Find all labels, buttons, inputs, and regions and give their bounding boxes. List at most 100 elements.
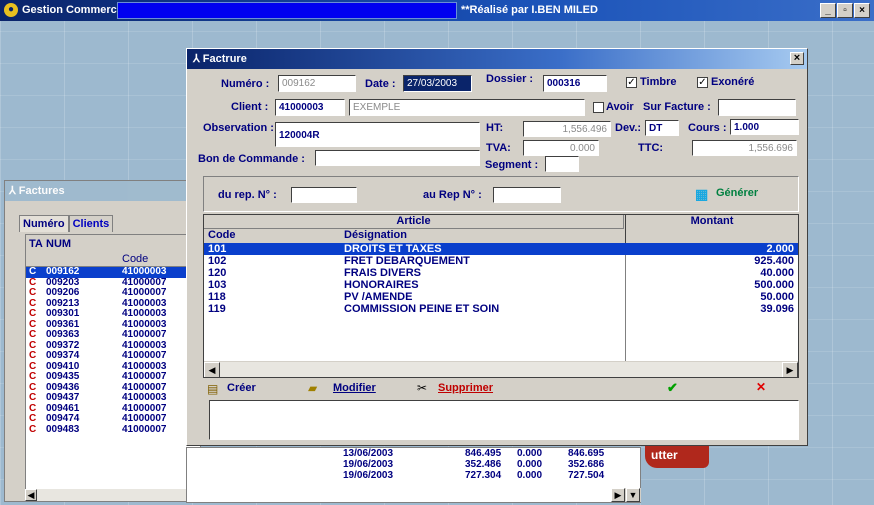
facture-row[interactable]: C 009435 41000007 <box>26 371 200 383</box>
avoir-label: Avoir <box>606 101 634 113</box>
tva-label: TVA: <box>486 142 511 154</box>
articles-hscrollbar[interactable]: ◀ ▶ <box>204 361 798 377</box>
ttc-field[interactable]: 1,556.696 <box>692 140 797 156</box>
client-name-field[interactable]: EXEMPLE <box>349 99 585 116</box>
restore-button[interactable]: ▫ <box>837 3 853 18</box>
facture-cell-num: 009363 <box>46 329 80 340</box>
generer-button[interactable]: Générer <box>716 187 758 199</box>
numero-field[interactable]: 009162 <box>278 75 356 92</box>
observation-label: Observation : <box>203 122 274 134</box>
scroll-right-icon[interactable]: ▶ <box>611 488 625 502</box>
dossier-field[interactable]: 000316 <box>543 75 607 92</box>
background-cell-ttc: 846.695 <box>568 448 605 459</box>
cancel-icon[interactable]: ✕ <box>756 380 766 394</box>
facture-row[interactable]: C 009206 41000007 <box>26 287 200 299</box>
facture-cell-code: 41000007 <box>122 329 167 340</box>
sur-facture-field[interactable] <box>718 99 796 116</box>
facture-cell-t: C <box>29 287 37 298</box>
article-row[interactable]: 119 COMMISSION PEINE ET SOIN 39.096 <box>204 303 798 315</box>
date-field[interactable]: 27/03/2003 <box>403 75 472 92</box>
background-row: 19/06/2003 352.486 0.000 352.686 <box>187 459 640 470</box>
article-header: Article <box>204 215 624 229</box>
tab-numero[interactable]: Numéro <box>19 215 69 232</box>
article-row[interactable]: 118 PV /AMENDE 50.000 <box>204 291 798 303</box>
close-app-button[interactable]: × <box>854 3 870 18</box>
facture-title-label: Factrure <box>202 53 247 65</box>
app-icon: ● <box>4 3 18 17</box>
date-label: Date : <box>365 78 396 90</box>
validate-icon[interactable]: ✔ <box>667 380 678 396</box>
facture-cell-t: C <box>29 266 37 277</box>
tab-clients[interactable]: Clients <box>68 215 114 232</box>
factures-rows: C 009162 41000003 C 009203 41000007 C 009206 410… <box>26 266 200 436</box>
bon-commande-field[interactable] <box>315 150 480 166</box>
ht-field[interactable]: 1,556.496 <box>523 121 611 137</box>
timbre-checkbox[interactable]: ✓ <box>626 77 637 88</box>
quitter-button[interactable]: utter <box>645 444 709 468</box>
factures-tabs: Numéro Clients <box>19 215 114 233</box>
scroll-down-icon[interactable]: ▼ <box>626 488 640 502</box>
article-row[interactable]: 120 FRAIS DIVERS 40.000 <box>204 267 798 279</box>
facture-cell-t: C <box>29 423 37 435</box>
bon-commande-label: Bon de Commande : <box>198 153 305 165</box>
article-code: 103 <box>208 279 227 291</box>
segment-field[interactable] <box>545 156 579 172</box>
facture-cell-code: 41000007 <box>122 423 167 435</box>
article-code: 102 <box>208 255 227 267</box>
au-rep-label: au Rep N° : <box>423 189 482 201</box>
facture-row[interactable]: C 009301 41000003 <box>26 308 200 320</box>
articles-scroll-left-icon[interactable]: ◀ <box>204 362 220 377</box>
factures-grid[interactable]: TA NUM Code C 009162 41000003 C 009203 410000… <box>25 234 201 490</box>
background-scroll-buttons[interactable]: ▶ ▼ <box>611 488 641 502</box>
articles-grid-header: Article Montant Code Désignation <box>204 215 798 243</box>
notes-field[interactable] <box>209 400 799 440</box>
create-icon: ▤ <box>207 382 219 396</box>
article-row[interactable]: 101 DROITS ET TAXES 2.000 <box>204 243 798 255</box>
close-dialog-button[interactable]: × <box>790 52 804 65</box>
background-cell-ht: 846.495 <box>465 448 502 459</box>
title-highlight-band <box>117 2 457 19</box>
facture-row[interactable]: C 009374 41000007 <box>26 350 200 362</box>
articles-scroll-right-icon[interactable]: ▶ <box>782 362 798 377</box>
facture-row[interactable]: C 009437 41000003 <box>26 392 200 404</box>
scroll-left-icon[interactable]: ◀ <box>25 489 37 501</box>
cours-field[interactable]: 1.000 <box>730 119 799 135</box>
article-code: 101 <box>208 243 227 255</box>
exonere-checkbox[interactable]: ✓ <box>697 77 708 88</box>
article-row[interactable]: 103 HONORAIRES 500.000 <box>204 279 798 291</box>
minimize-button[interactable]: _ <box>820 3 836 18</box>
supprimer-button[interactable]: Supprimer <box>438 382 493 394</box>
background-row: 13/06/2003 846.495 0.000 846.695 <box>187 448 640 459</box>
app-titlebar: ● Gestion Commerciale **Réalisé par I.BE… <box>0 0 874 21</box>
observation-field[interactable]: 120004R <box>275 122 480 147</box>
articles-grid[interactable]: Article Montant Code Désignation 101 DROI… <box>203 214 799 378</box>
article-row[interactable]: 102 FRET DEBARQUEMENT 925.400 <box>204 255 798 267</box>
avoir-checkbox[interactable] <box>593 102 604 113</box>
factures-hscrollbar[interactable]: ◀ <box>25 489 201 501</box>
modifier-button[interactable]: Modifier <box>333 382 376 394</box>
au-rep-field[interactable] <box>493 187 561 203</box>
col-code: Code <box>122 253 149 265</box>
dev-field[interactable]: DT <box>645 120 679 136</box>
timbre-label: Timbre <box>640 76 677 88</box>
numero-label: Numéro : <box>221 78 270 90</box>
facture-row[interactable]: C 009483 41000007 <box>26 423 200 436</box>
montant-header: Montant <box>625 215 798 243</box>
creer-button[interactable]: Créer <box>227 382 256 394</box>
article-montant: 500.000 <box>754 279 794 291</box>
facture-dialog-title: ⅄ Factrure × <box>187 49 807 69</box>
facture-row[interactable]: C 009363 41000007 <box>26 329 200 341</box>
ht-label: HT: <box>486 122 504 134</box>
du-rep-field[interactable] <box>291 187 357 203</box>
facture-cell-code: 41000007 <box>122 287 167 298</box>
article-montant: 39.096 <box>760 303 794 315</box>
tva-field[interactable]: 0.000 <box>523 140 599 156</box>
facture-row[interactable]: C 009474 41000007 <box>26 413 200 425</box>
facture-cell-code: 41000003 <box>122 266 167 277</box>
col-num: NUM <box>46 238 72 250</box>
facture-row[interactable]: C 009162 41000003 <box>26 266 200 278</box>
factures-grid-header: TA NUM Code <box>26 235 200 267</box>
client-code-field[interactable]: 41000003 <box>275 99 345 116</box>
factures-panel-title: ⅄ Factures <box>5 181 199 201</box>
facture-cell-t: C <box>29 392 37 403</box>
